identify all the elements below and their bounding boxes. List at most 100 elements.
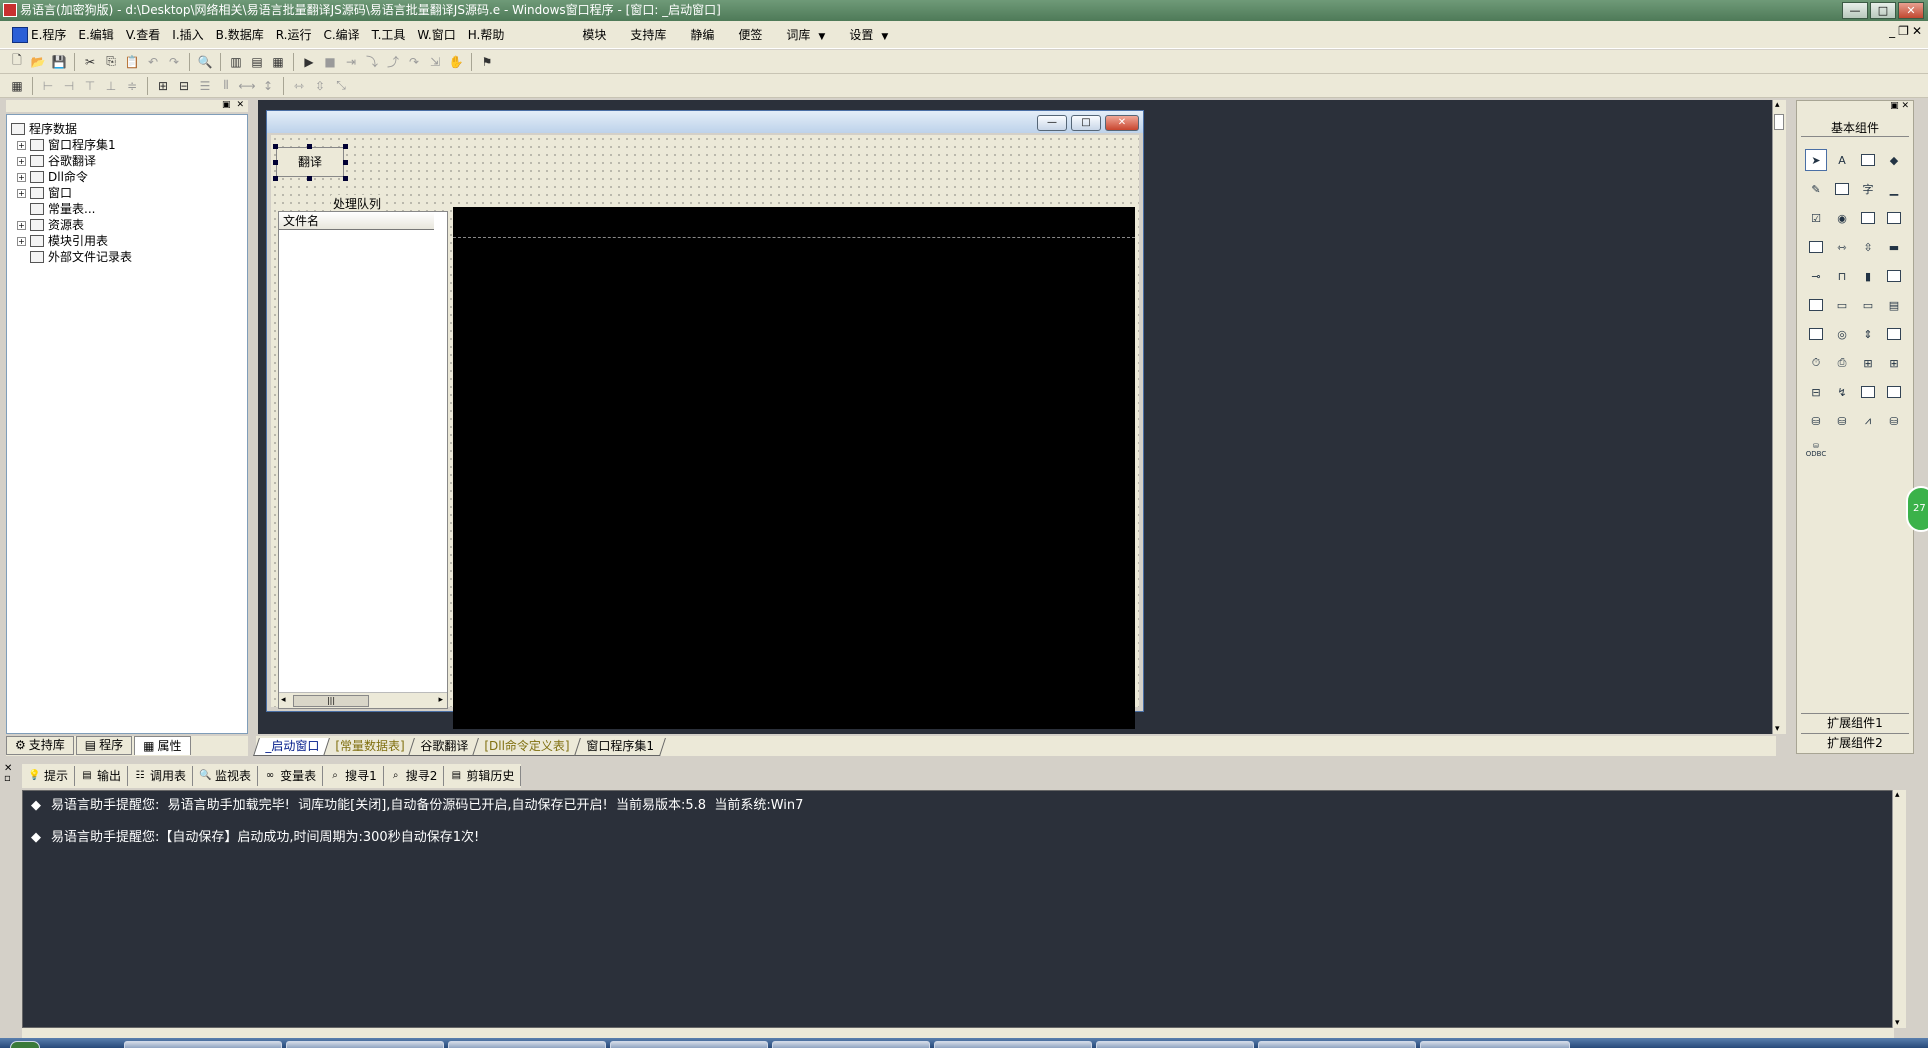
tree-item[interactable]: + 模块引用表 — [11, 233, 132, 249]
taskbar-item[interactable] — [1420, 1041, 1570, 1048]
tab-search1[interactable]: ⌕ 搜寻1 — [323, 766, 384, 786]
tree-root[interactable]: 程序数据 — [11, 121, 132, 137]
drawing-board-icon[interactable]: ✎ — [1805, 178, 1827, 200]
taskbar-item[interactable] — [124, 1041, 282, 1048]
client-icon[interactable]: ⊟ — [1805, 381, 1827, 403]
scroll-right-icon[interactable]: ▸ — [438, 695, 443, 705]
translate-button[interactable]: 翻译 — [276, 147, 344, 177]
output-horizontal-scrollbar[interactable] — [22, 1028, 1894, 1038]
tab-google-translate[interactable]: 谷歌翻译 — [408, 738, 481, 756]
assistant-icon[interactable]: ⚑ — [478, 53, 496, 71]
tree-item[interactable]: + 窗口程序集1 — [11, 137, 132, 153]
center-vertical-icon[interactable]: ⊟ — [175, 77, 193, 95]
pointer-icon[interactable]: ➤ — [1805, 149, 1827, 171]
menu-insert[interactable]: I.插入 — [166, 21, 209, 49]
odbc-icon[interactable]: ⛁ — [1883, 410, 1905, 432]
expand-icon[interactable]: + — [17, 156, 26, 166]
animation-icon[interactable]: ▮ — [1857, 265, 1879, 287]
redo-icon[interactable]: ↷ — [165, 53, 183, 71]
run-icon[interactable]: ▶ — [300, 53, 318, 71]
same-height-icon[interactable]: ↕ — [259, 77, 277, 95]
adjuster-icon[interactable]: ⇕ — [1857, 323, 1879, 345]
menu-database[interactable]: B.数据库 — [210, 21, 270, 49]
basic-components-title[interactable]: 基本组件 — [1801, 119, 1909, 137]
new-file-icon[interactable]: 🗋 — [8, 53, 26, 71]
step-out-icon[interactable]: ⤴ — [384, 53, 402, 71]
menu-tools[interactable]: T.工具 — [366, 21, 412, 49]
image-list-icon[interactable] — [1883, 381, 1905, 403]
mdi-close-button[interactable]: ✕ — [1912, 24, 1922, 38]
slider-icon[interactable]: ⊸ — [1805, 265, 1827, 287]
find-icon[interactable]: 🔍 — [196, 53, 214, 71]
stop-icon[interactable]: ■ — [321, 53, 339, 71]
align-top-icon[interactable]: ⊤ — [81, 77, 99, 95]
tree-item[interactable]: 外部文件记录表 — [11, 249, 132, 265]
database-provider-icon[interactable]: ⛁ — [1805, 410, 1827, 432]
layout-left-icon[interactable]: ▥ — [227, 53, 245, 71]
tab-search2[interactable]: ⌕ 搜寻2 — [384, 766, 445, 786]
menu-notes[interactable]: 便签 — [726, 26, 774, 43]
menu-support-lib[interactable]: 支持库 — [618, 26, 678, 43]
menu-run[interactable]: R.运行 — [270, 21, 318, 49]
same-width-icon[interactable]: ⟷ — [238, 77, 256, 95]
port-icon[interactable]: ↯ — [1831, 381, 1853, 403]
tree-item[interactable]: + 窗口 — [11, 185, 132, 201]
radio-icon[interactable]: ◉ — [1831, 207, 1853, 229]
progress-bar-icon[interactable]: ▬ — [1883, 236, 1905, 258]
tree-item[interactable]: 常量表... — [11, 201, 132, 217]
designer-vertical-scrollbar[interactable]: ▴ ▾ — [1772, 100, 1786, 734]
checkbox-icon[interactable]: ☑ — [1805, 207, 1827, 229]
mdi-minimize-button[interactable]: _ — [1889, 24, 1895, 38]
space-vertical-icon[interactable]: ☰ — [196, 77, 214, 95]
selection-handle[interactable] — [307, 144, 312, 149]
cut-icon[interactable]: ✂ — [81, 53, 99, 71]
scroll-thumb[interactable]: ||| — [293, 695, 369, 707]
undo-icon[interactable]: ↶ — [144, 53, 162, 71]
horizontal-scrollbar-icon[interactable]: ⇿ — [1831, 236, 1853, 258]
folder-box-icon[interactable]: ▭ — [1857, 294, 1879, 316]
tab-program[interactable]: ▤ 程序 — [75, 736, 133, 755]
scroll-left-icon[interactable]: ◂ — [281, 695, 286, 705]
menu-help[interactable]: H.帮助 — [462, 21, 511, 49]
menu-thesaurus[interactable]: 词库 ▼ — [774, 26, 837, 43]
hyperlink-icon[interactable]: ◎ — [1831, 323, 1853, 345]
tree-item[interactable]: + 谷歌翻译 — [11, 153, 132, 169]
menu-static-compile[interactable]: 静编 — [678, 26, 726, 43]
form-window[interactable]: — □ ✕ 翻译 处理队列 文件名 ◂ ||| ▸ — [266, 110, 1144, 729]
tab-window-assembly[interactable]: 窗口程序集1 — [573, 738, 666, 756]
selection-handle[interactable] — [273, 144, 278, 149]
database-icon[interactable]: ⛁ — [1831, 410, 1853, 432]
step-over-icon[interactable]: ↷ — [405, 53, 423, 71]
timer-icon[interactable]: ⏱ — [1805, 352, 1827, 374]
extension-components-1[interactable]: 扩展组件1 — [1801, 713, 1909, 731]
align-right-icon[interactable]: ⊣ — [60, 77, 78, 95]
output-vertical-scrollbar[interactable]: ▴ ▾ — [1892, 790, 1906, 1028]
grid-icon[interactable]: ▦ — [8, 77, 26, 95]
color-picker-icon[interactable] — [1805, 323, 1827, 345]
selection-handle[interactable] — [273, 176, 278, 181]
file-list[interactable]: 文件名 ◂ ||| ▸ — [278, 211, 448, 709]
taskbar-item[interactable] — [934, 1041, 1092, 1048]
chart-icon[interactable]: ⩘ — [1857, 410, 1879, 432]
scroll-up-icon[interactable]: ▴ — [1775, 100, 1780, 110]
panel-close-icon[interactable]: ✕ — [236, 100, 244, 112]
picture-box-icon[interactable] — [1857, 149, 1879, 171]
align-bottom-icon[interactable]: ⊥ — [102, 77, 120, 95]
output-panel-close-icon[interactable]: ✕ ▫ — [4, 764, 12, 784]
menu-module[interactable]: 模块 — [570, 26, 618, 43]
scroll-up-icon[interactable]: ▴ — [1895, 790, 1900, 800]
taskbar-item[interactable] — [448, 1041, 606, 1048]
output-text-area[interactable]: ◆ 易语言助手提醒您: 易语言助手加载完毕! 词库功能[关闭],自动备份源码已开启… — [22, 790, 1894, 1028]
menu-settings[interactable]: 设置 ▼ — [837, 26, 900, 43]
step-into-icon[interactable]: ⤵ — [363, 53, 381, 71]
form-body[interactable]: 翻译 处理队列 文件名 ◂ ||| ▸ — [271, 135, 1139, 729]
align-middle-icon[interactable]: ≑ — [123, 77, 141, 95]
tab-properties[interactable]: ▦ 属性 — [134, 736, 191, 755]
open-folder-icon[interactable]: 📂 — [29, 53, 47, 71]
menu-edit[interactable]: E.编辑 — [72, 21, 119, 49]
month-calendar-icon[interactable] — [1805, 294, 1827, 316]
layout-bottom-icon[interactable]: ▦ — [269, 53, 287, 71]
tab-dll-commands[interactable]: [Dll命令定义表] — [472, 738, 582, 756]
list-horizontal-scrollbar[interactable]: ◂ ||| ▸ — [279, 692, 447, 708]
start-button[interactable] — [10, 1041, 40, 1048]
